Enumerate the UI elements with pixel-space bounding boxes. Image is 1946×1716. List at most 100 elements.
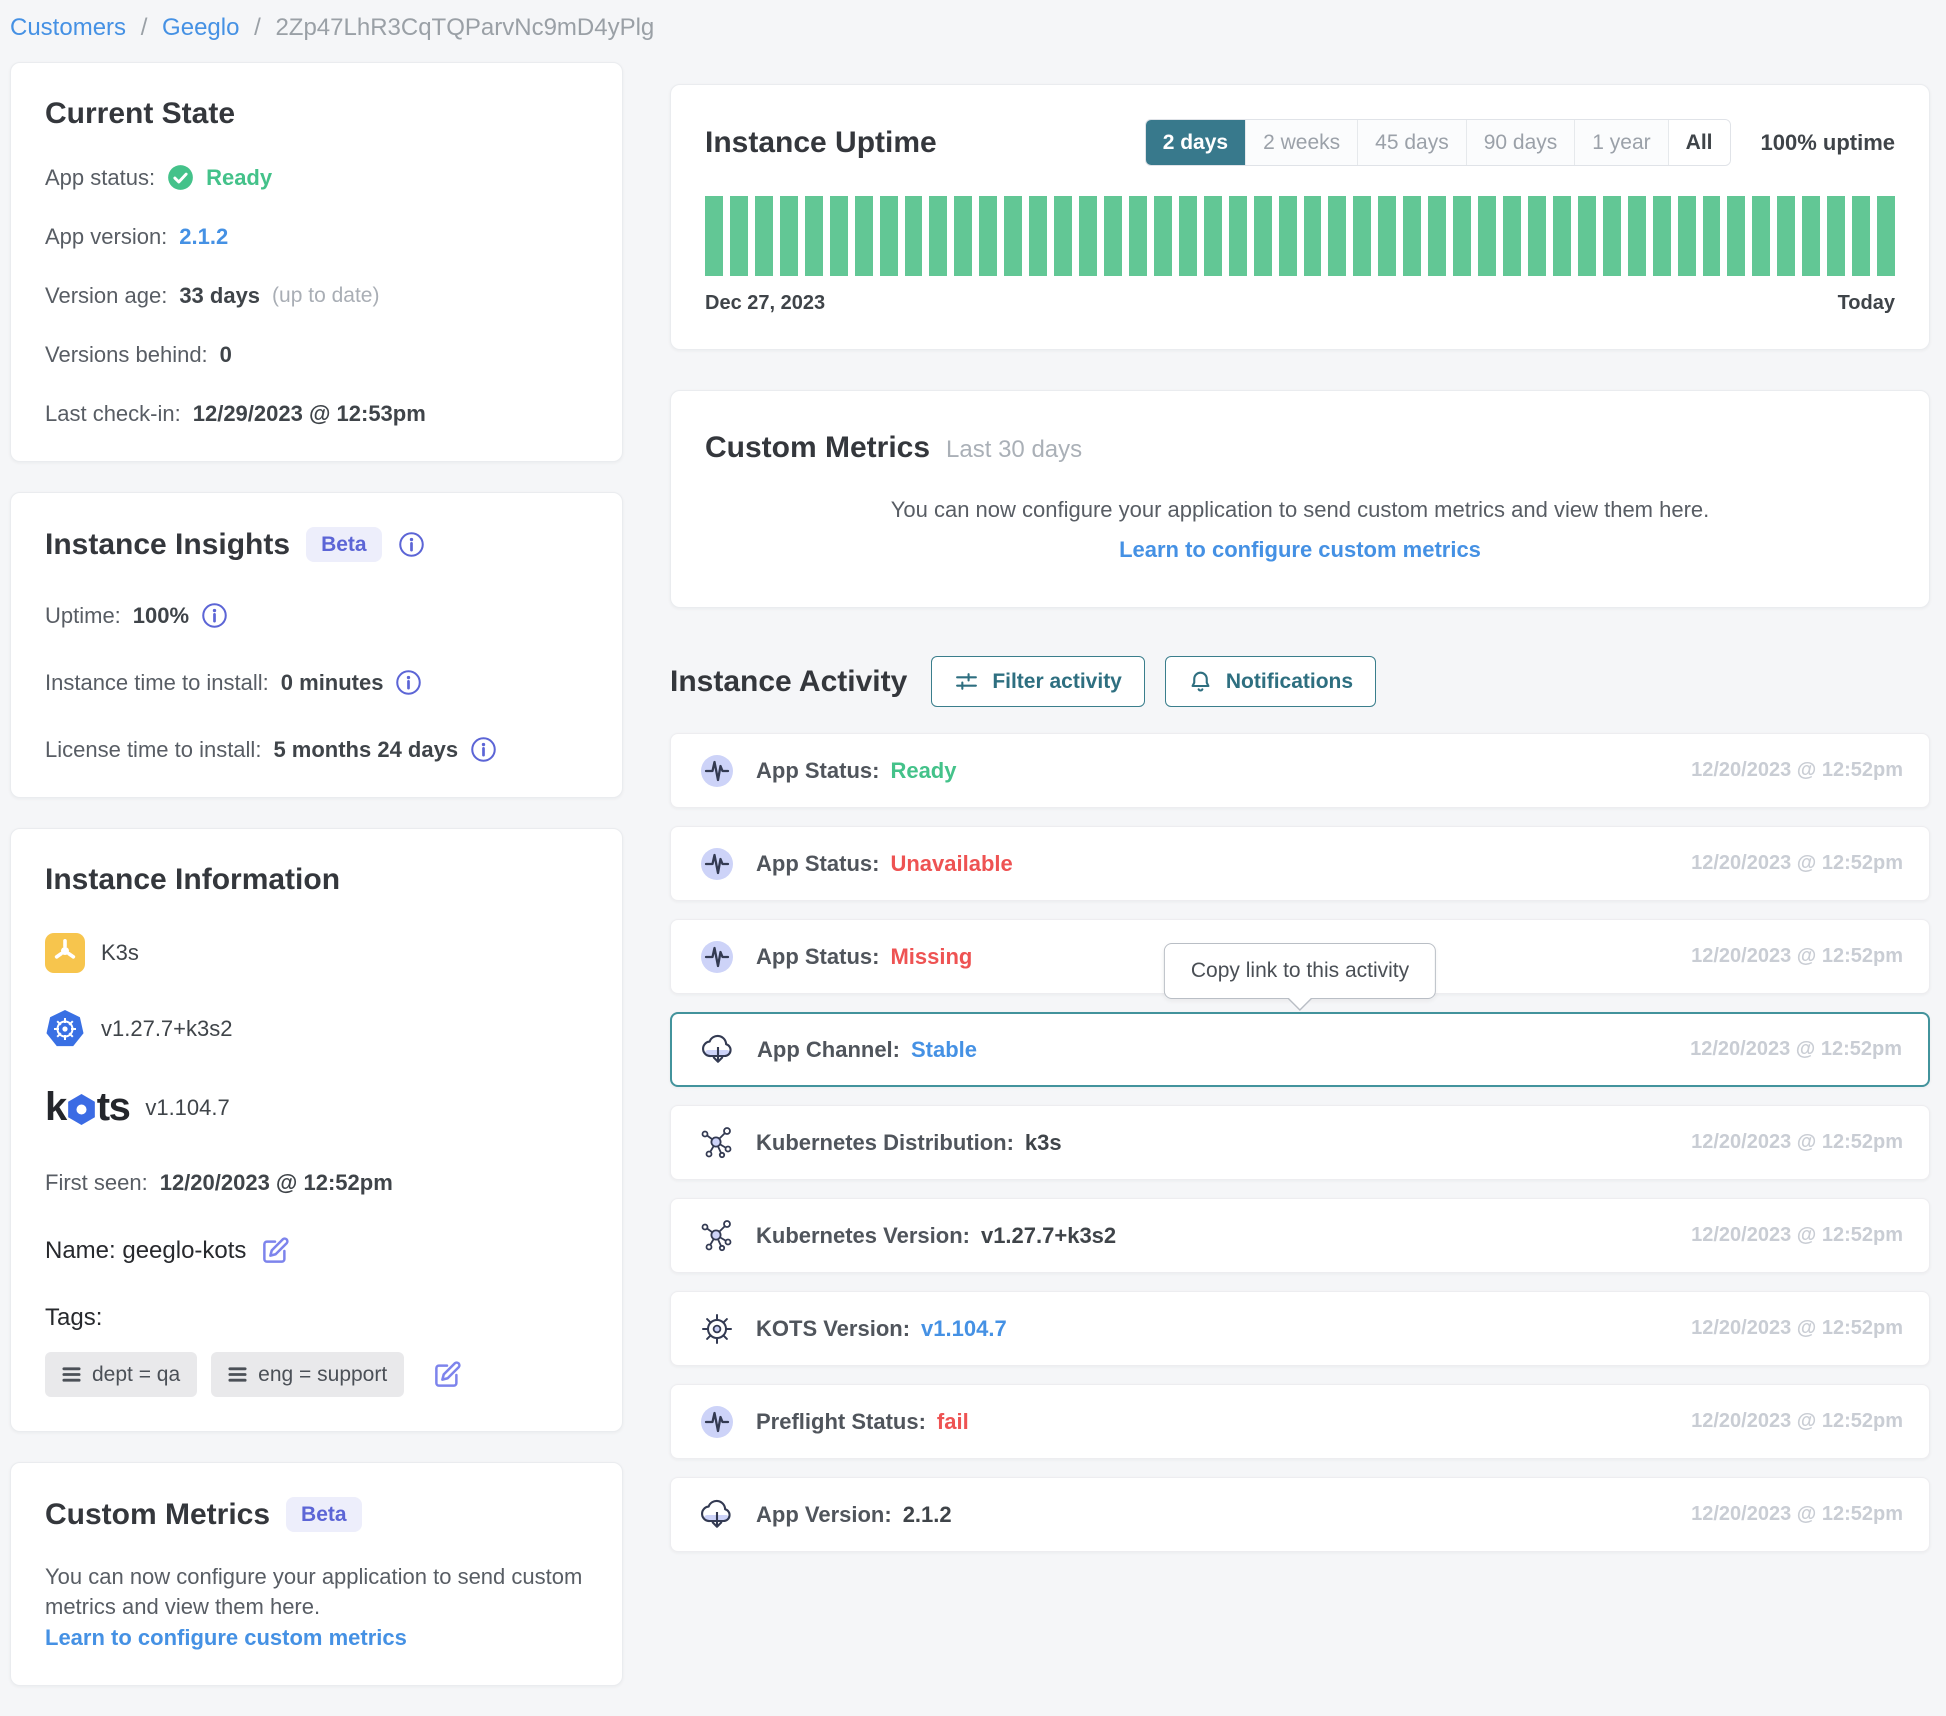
uptime-bar	[1104, 196, 1122, 276]
uptime-bar	[1204, 196, 1222, 276]
instance-insights-title: Instance Insights	[45, 528, 290, 562]
uptime-bar	[1727, 196, 1745, 276]
activity-row-kubernetes-version[interactable]: Kubernetes Version: v1.27.7+k3s2 12/20/2…	[670, 1198, 1930, 1273]
activity-timestamp: 12/20/2023 @ 12:52pm	[1690, 1038, 1902, 1061]
uptime-start-date: Dec 27, 2023	[705, 292, 825, 315]
breadcrumb-separator: /	[141, 14, 148, 41]
uptime-percentage-text: 100% uptime	[1761, 130, 1896, 156]
uptime-bar	[1328, 196, 1346, 276]
node-graph-icon	[697, 1123, 737, 1163]
filter-activity-label: Filter activity	[992, 670, 1122, 694]
kots-logo-text: ts	[97, 1085, 130, 1130]
activity-value: k3s	[1025, 1130, 1062, 1156]
activity-timestamp: 12/20/2023 @ 12:52pm	[1691, 1410, 1903, 1433]
first-seen-value: 12/20/2023 @ 12:52pm	[160, 1170, 393, 1196]
range-button-45-days[interactable]: 45 days	[1357, 120, 1466, 165]
uptime-bar	[705, 196, 723, 276]
custom-metrics-left-body: You can now configure your application t…	[45, 1562, 588, 1621]
distribution-name: K3s	[101, 940, 139, 966]
notifications-label: Notifications	[1226, 670, 1353, 694]
version-age-note: (up to date)	[272, 284, 379, 308]
notifications-button[interactable]: Notifications	[1165, 656, 1376, 707]
uptime-bar	[1179, 196, 1197, 276]
range-button-1-year[interactable]: 1 year	[1574, 120, 1667, 165]
activity-row-kots-version[interactable]: KOTS Version: v1.104.7 12/20/2023 @ 12:5…	[670, 1291, 1930, 1366]
uptime-bar	[1378, 196, 1396, 276]
activity-value: Stable	[911, 1037, 977, 1063]
right-column: Instance Uptime 2 days 2 weeks 45 days 9…	[670, 84, 1930, 1552]
uptime-bar	[1802, 196, 1820, 276]
activity-row-preflight-status[interactable]: Preflight Status: fail 12/20/2023 @ 12:5…	[670, 1384, 1930, 1459]
copy-link-tooltip: Copy link to this activity	[1164, 943, 1436, 999]
instance-detail-page: Customers / Geeglo / 2Zp47LhR3CqTQParvNc…	[0, 0, 1946, 1716]
activity-timestamp: 12/20/2023 @ 12:52pm	[1691, 1503, 1903, 1526]
activity-label: Kubernetes Version:	[756, 1223, 970, 1249]
range-button-2-weeks[interactable]: 2 weeks	[1245, 120, 1357, 165]
uptime-value: 100%	[133, 603, 189, 629]
edit-name-icon[interactable]	[260, 1236, 290, 1266]
breadcrumb-customers-link[interactable]: Customers	[10, 14, 126, 41]
custom-metrics-right-title: Custom Metrics	[705, 431, 930, 465]
filter-activity-button[interactable]: Filter activity	[931, 656, 1145, 707]
license-time-to-install-value: 5 months 24 days	[273, 737, 458, 763]
activity-value: v1.104.7	[921, 1316, 1007, 1342]
uptime-bar	[1553, 196, 1571, 276]
app-status-value: Ready	[206, 165, 272, 191]
uptime-bar	[979, 196, 997, 276]
activity-row-app-status-unavailable[interactable]: App Status: Unavailable 12/20/2023 @ 12:…	[670, 826, 1930, 901]
activity-row-wrapper: Copy link to this activity App Channel: …	[670, 1012, 1930, 1087]
uptime-bar	[1428, 196, 1446, 276]
activity-label: Preflight Status:	[756, 1409, 926, 1435]
last-checkin-label: Last check-in:	[45, 401, 181, 427]
tags-label: Tags:	[45, 1304, 588, 1332]
info-icon[interactable]	[470, 736, 497, 763]
edit-tags-icon[interactable]	[432, 1360, 462, 1390]
uptime-range-group: 2 days 2 weeks 45 days 90 days 1 year Al…	[1145, 119, 1731, 166]
activity-value: v1.27.7+k3s2	[981, 1223, 1116, 1249]
filter-sliders-icon	[954, 669, 979, 694]
activity-row-app-version[interactable]: App Version: 2.1.2 12/20/2023 @ 12:52pm	[670, 1477, 1930, 1552]
tag-pill: dept = qa	[45, 1352, 197, 1397]
uptime-end-date: Today	[1838, 292, 1895, 315]
pulse-icon	[697, 751, 737, 791]
custom-metrics-left-title: Custom Metrics	[45, 1498, 270, 1532]
activity-row-kubernetes-distribution[interactable]: Kubernetes Distribution: k3s 12/20/2023 …	[670, 1105, 1930, 1180]
uptime-bar	[1578, 196, 1596, 276]
app-version-link[interactable]: 2.1.2	[179, 224, 228, 250]
activity-value: fail	[937, 1409, 969, 1435]
range-button-90-days[interactable]: 90 days	[1466, 120, 1575, 165]
breadcrumb-customer-link[interactable]: Geeglo	[162, 14, 239, 41]
uptime-bar	[1129, 196, 1147, 276]
uptime-bar	[1827, 196, 1845, 276]
license-time-to-install-label: License time to install:	[45, 737, 261, 763]
instance-name-text: Name: geeglo-kots	[45, 1237, 246, 1265]
configure-metrics-link[interactable]: Learn to configure custom metrics	[45, 1625, 407, 1651]
info-icon[interactable]	[398, 531, 425, 558]
instance-information-title: Instance Information	[45, 863, 588, 897]
activity-timestamp: 12/20/2023 @ 12:52pm	[1691, 1131, 1903, 1154]
uptime-bar	[1353, 196, 1371, 276]
kubernetes-version: v1.27.7+k3s2	[101, 1016, 232, 1042]
uptime-bar	[1079, 196, 1097, 276]
activity-row-app-channel[interactable]: App Channel: Stable 12/20/2023 @ 12:52pm	[670, 1012, 1930, 1087]
info-icon[interactable]	[201, 602, 228, 629]
activity-timestamp: 12/20/2023 @ 12:52pm	[1691, 852, 1903, 875]
kots-logo: kts	[45, 1085, 129, 1130]
version-age-label: Version age:	[45, 283, 167, 309]
activity-label: App Status:	[756, 758, 879, 784]
range-button-all[interactable]: All	[1668, 120, 1730, 165]
instance-time-to-install-value: 0 minutes	[281, 670, 384, 696]
range-button-2-days[interactable]: 2 days	[1146, 120, 1245, 165]
activity-label: App Version:	[756, 1502, 892, 1528]
instance-uptime-card: Instance Uptime 2 days 2 weeks 45 days 9…	[670, 84, 1930, 350]
pulse-icon	[697, 844, 737, 884]
bell-icon	[1188, 669, 1213, 694]
activity-label: App Status:	[756, 944, 879, 970]
activity-row-app-status-ready[interactable]: App Status: Ready 12/20/2023 @ 12:52pm	[670, 733, 1930, 808]
configure-metrics-link[interactable]: Learn to configure custom metrics	[705, 537, 1895, 563]
uptime-bar	[755, 196, 773, 276]
helm-wheel-icon	[697, 1309, 737, 1349]
activity-label: App Channel:	[757, 1037, 900, 1063]
check-circle-icon	[167, 164, 194, 191]
info-icon[interactable]	[395, 669, 422, 696]
